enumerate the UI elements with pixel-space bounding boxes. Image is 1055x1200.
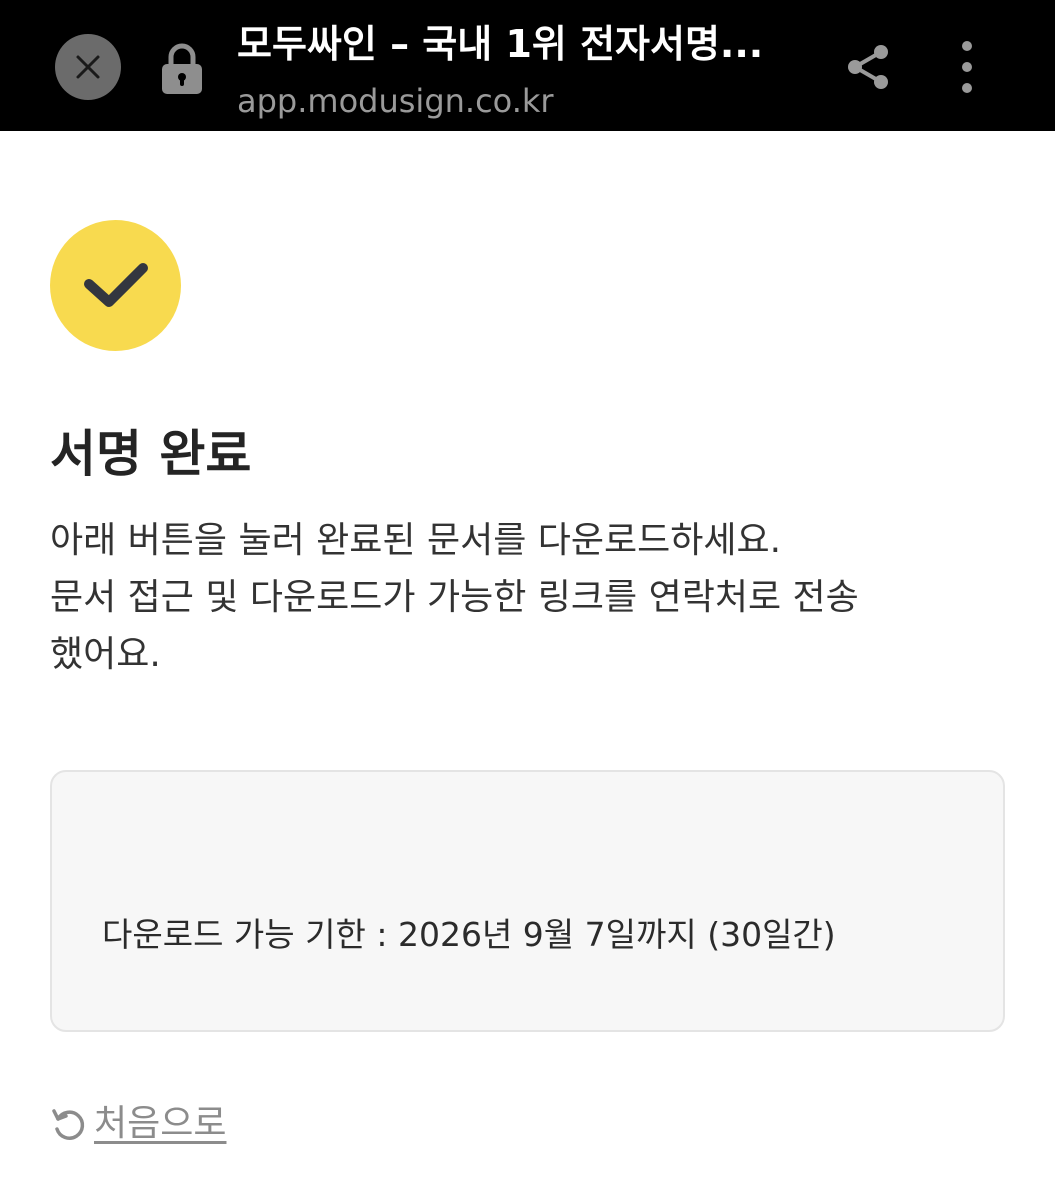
lock-icon — [162, 43, 202, 94]
close-button[interactable] — [55, 34, 121, 100]
back-to-start-label: 처음으로 — [94, 1103, 227, 1144]
download-info-card: 다운로드 가능 기한 : 2026년 9월 7일까지 (30일간) — [50, 770, 1005, 1032]
close-icon — [76, 55, 100, 79]
description-line: 했어요. — [50, 634, 161, 675]
back-to-start-link[interactable]: 처음으로 — [50, 1098, 226, 1150]
browser-top-bar: 모두싸인 – 국내 1위 전자서명... app.modusign.co.kr — [0, 0, 1055, 131]
description-line: 문서 접근 및 다운로드가 가능한 링크를 연락처로 전송 — [50, 577, 859, 618]
description: 아래 버튼을 눌러 완료된 문서를 다운로드하세요. 문서 접근 및 다운로드가… — [50, 512, 1010, 683]
page-title-tab: 모두싸인 – 국내 1위 전자서명... — [237, 22, 764, 66]
description-line: 아래 버튼을 눌러 완료된 문서를 다운로드하세요. — [50, 520, 782, 561]
check-icon — [83, 262, 148, 307]
completion-title: 서명 완료 — [50, 425, 252, 483]
refresh-icon — [52, 1109, 85, 1140]
download-expiry-text: 다운로드 가능 기한 : 2026년 9월 7일까지 (30일간) — [102, 915, 836, 954]
success-badge — [50, 220, 181, 351]
more-vert-icon[interactable] — [950, 38, 984, 96]
share-icon[interactable] — [843, 42, 893, 92]
page-url[interactable]: app.modusign.co.kr — [237, 80, 554, 122]
